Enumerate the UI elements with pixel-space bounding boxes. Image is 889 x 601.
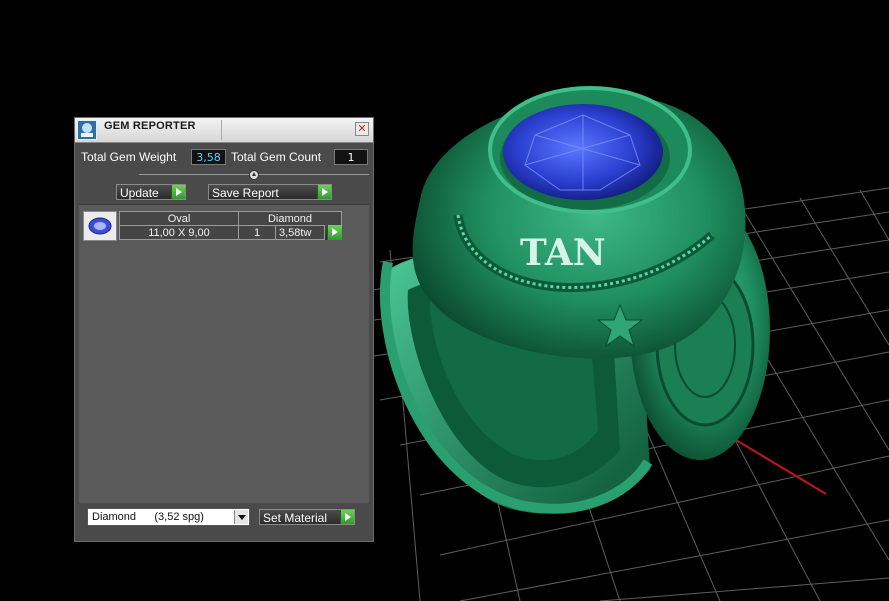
gem-list: Oval Diamond 11,00 X 9,00 1 3,58tw <box>79 204 369 503</box>
window-titlebar[interactable]: GEM REPORTER ✕ <box>75 118 373 143</box>
save-report-button-label: Save Report <box>212 186 279 200</box>
chevron-down-icon[interactable] <box>234 510 248 524</box>
gem-count-cell: 1 <box>238 225 276 240</box>
play-arrow-icon <box>340 510 354 524</box>
gem-size-cell: 11,00 X 9,00 <box>119 225 239 240</box>
gem-reporter-window: GEM REPORTER ✕ Total Gem Weight 3,58 Tot… <box>74 117 374 542</box>
close-icon[interactable]: ✕ <box>355 122 369 136</box>
gem-reporter-icon <box>77 120 97 140</box>
update-button-label: Update <box>120 186 159 200</box>
ring-model: TAN <box>380 86 770 514</box>
play-arrow-icon <box>327 225 342 240</box>
titlebar-divider <box>221 120 222 140</box>
update-button[interactable]: Update <box>116 184 186 200</box>
material-dropdown[interactable]: Diamond (3,52 spg) <box>87 508 250 526</box>
gem-weight-cell: 3,58tw <box>275 225 325 240</box>
play-arrow-icon <box>317 185 331 199</box>
total-gem-count-label: Total Gem Count <box>231 150 322 164</box>
total-gem-weight-value: 3,58 <box>191 149 226 165</box>
set-material-button-label: Set Material <box>263 511 328 525</box>
window-title: GEM REPORTER <box>104 120 196 132</box>
total-gem-count-value: 1 <box>334 149 368 165</box>
ring-engraving: TAN <box>520 232 606 274</box>
save-report-button[interactable]: Save Report <box>208 184 332 200</box>
set-material-button[interactable]: Set Material <box>259 509 355 525</box>
total-gem-weight-label: Total Gem Weight <box>81 150 177 164</box>
gem-material-cell: Diamond <box>238 211 342 226</box>
oval-gem-icon[interactable] <box>83 211 117 241</box>
material-dropdown-value: Diamond (3,52 spg) <box>92 511 204 523</box>
play-arrow-icon <box>171 185 185 199</box>
gem-shape-cell: Oval <box>119 211 239 226</box>
size-slider-handle[interactable] <box>249 170 259 180</box>
gem-row-go-button[interactable] <box>325 225 342 240</box>
